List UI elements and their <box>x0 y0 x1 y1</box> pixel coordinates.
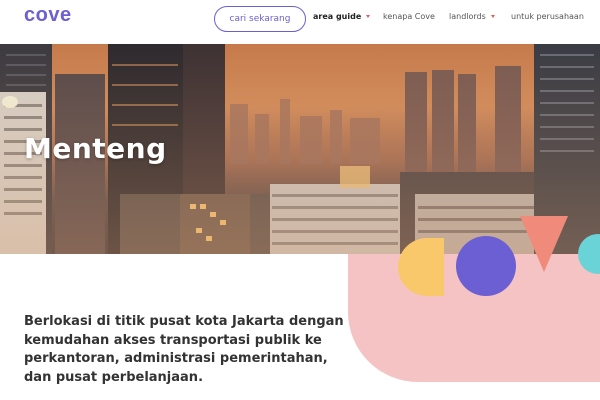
site-header: cove cari sekarang area guide kenapa Cov… <box>0 0 600 44</box>
purple-circle-shape <box>456 236 516 296</box>
coral-triangle-shape <box>520 216 568 272</box>
nav-for-companies-label: untuk perusahaan <box>511 12 584 21</box>
nav-landlords-label: landlords <box>449 12 486 21</box>
nav-area-guide[interactable]: area guide <box>313 12 371 21</box>
chevron-down-icon <box>366 15 371 18</box>
page-title: Menteng <box>24 132 167 165</box>
nav-for-companies[interactable]: untuk perusahaan <box>511 12 584 21</box>
search-now-button[interactable]: cari sekarang <box>214 6 306 32</box>
nav-why-cove-label: kenapa Cove <box>383 12 435 21</box>
chevron-down-icon <box>490 15 495 18</box>
hero-banner: Menteng <box>0 44 600 254</box>
nav-area-guide-label: area guide <box>313 12 362 21</box>
cove-logo[interactable]: cove <box>24 4 72 27</box>
area-description: Berlokasi di titik pusat kota Jakarta de… <box>24 314 344 385</box>
nav-landlords[interactable]: landlords <box>449 12 495 21</box>
nav-why-cove[interactable]: kenapa Cove <box>383 12 435 21</box>
